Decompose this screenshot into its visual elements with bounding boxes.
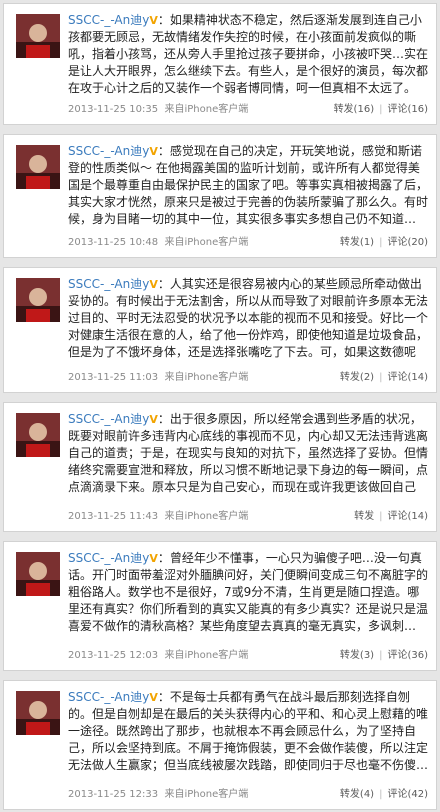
avatar-image (16, 278, 60, 322)
user-avatar[interactable] (16, 278, 60, 322)
avatar-image (16, 145, 60, 189)
comment-link[interactable]: 评论(14) (387, 372, 428, 383)
post-card: SSCC-_-An迪yV：不是每士兵都有勇气在战斗最后那刻选择自刎的。但是自刎却… (3, 680, 437, 810)
verified-badge-icon: V (149, 14, 158, 27)
post-footer: 2013-11-25 10:48 来自iPhone客户端 转发(1) | 评论(20… (68, 237, 428, 248)
post-time[interactable]: 2013-11-25 10:35 (68, 104, 158, 115)
post-source: 来自iPhone客户端 (164, 372, 249, 383)
username-link[interactable]: SSCC-_-An迪y (68, 144, 149, 158)
avatar-image (16, 691, 60, 735)
post-footer: 2013-11-25 11:03 来自iPhone客户端 转发(2) | 评论(14… (68, 372, 428, 383)
post-card: SSCC-_-An迪yV：如果精神状态不稳定，然后逐渐发展到连自己小孩都要无顾忌… (3, 3, 437, 125)
post-source: 来自iPhone客户端 (164, 789, 249, 800)
repost-link[interactable]: 转发(3) (340, 650, 374, 661)
user-avatar[interactable] (16, 14, 60, 58)
user-avatar[interactable] (16, 691, 60, 735)
username-link[interactable]: SSCC-_-An迪y (68, 551, 149, 565)
post-card: SSCC-_-An迪yV：感觉现在自己的决定，开玩笑地说，感觉和斯诺登的性质类似… (3, 134, 437, 258)
username-link[interactable]: SSCC-_-An迪y (68, 690, 149, 704)
comment-link[interactable]: 评论(16) (387, 104, 428, 115)
post-time[interactable]: 2013-11-25 12:03 (68, 650, 158, 661)
username-link[interactable]: SSCC-_-An迪y (68, 13, 149, 27)
avatar-image (16, 14, 60, 58)
comment-link[interactable]: 评论(14) (387, 511, 428, 522)
verified-badge-icon: V (149, 413, 158, 426)
post-source: 来自iPhone客户端 (164, 511, 249, 522)
post-footer: 2013-11-25 11:43 来自iPhone客户端 转发 | 评论(14) (68, 511, 428, 522)
comment-link[interactable]: 评论(42) (387, 789, 428, 800)
post-time[interactable]: 2013-11-25 11:43 (68, 511, 158, 522)
post-footer: 2013-11-25 12:03 来自iPhone客户端 转发(3) | 评论(36… (68, 650, 428, 661)
post-time[interactable]: 2013-11-25 12:33 (68, 789, 158, 800)
post-card: SSCC-_-An迪yV：曾经年少不懂事，一心只为骗傻子吧…没一句真话。开门时面… (3, 541, 437, 671)
post-time[interactable]: 2013-11-25 10:48 (68, 237, 158, 248)
post-footer: 2013-11-25 12:33 来自iPhone客户端 转发(4) | 评论(42… (68, 789, 428, 800)
post-footer: 2013-11-25 10:35 来自iPhone客户端 转发(16) | 评论(1… (68, 104, 428, 115)
username-link[interactable]: SSCC-_-An迪y (68, 412, 149, 426)
verified-badge-icon: V (149, 691, 158, 704)
verified-badge-icon: V (149, 278, 158, 291)
post-card: SSCC-_-An迪yV：人其实还是很容易被内心的某些顾忌所牵动做出妥协的。有时… (3, 267, 437, 393)
weibo-feed: SSCC-_-An迪yV：如果精神状态不稳定，然后逐渐发展到连自己小孩都要无顾忌… (0, 0, 440, 812)
repost-link[interactable]: 转发(2) (340, 372, 374, 383)
post-source: 来自iPhone客户端 (164, 650, 249, 661)
post-card: SSCC-_-An迪yV：出于很多原因，所以经常会遇到些矛盾的状况，既要对眼前许… (3, 402, 437, 532)
post-source: 来自iPhone客户端 (164, 104, 249, 115)
user-avatar[interactable] (16, 145, 60, 189)
repost-link[interactable]: 转发(4) (340, 789, 374, 800)
user-avatar[interactable] (16, 413, 60, 457)
repost-link[interactable]: 转发(1) (340, 237, 374, 248)
user-avatar[interactable] (16, 552, 60, 596)
post-source: 来自iPhone客户端 (164, 237, 249, 248)
repost-link[interactable]: 转发(16) (334, 104, 375, 115)
post-time[interactable]: 2013-11-25 11:03 (68, 372, 158, 383)
comment-link[interactable]: 评论(20) (387, 237, 428, 248)
comment-link[interactable]: 评论(36) (387, 650, 428, 661)
verified-badge-icon: V (149, 145, 158, 158)
avatar-image (16, 552, 60, 596)
repost-link[interactable]: 转发 (354, 511, 374, 522)
verified-badge-icon: V (149, 552, 158, 565)
username-link[interactable]: SSCC-_-An迪y (68, 277, 149, 291)
avatar-image (16, 413, 60, 457)
